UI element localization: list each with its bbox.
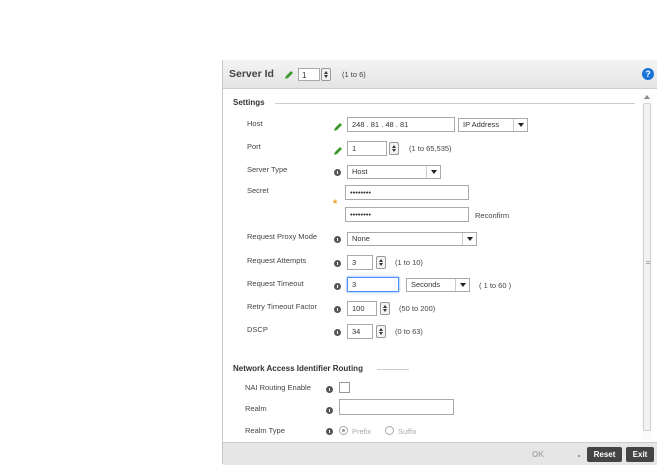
realm-type-label: Realm Type (245, 426, 285, 435)
port-range-hint: (1 to 65,535) (409, 144, 452, 153)
chevron-down-icon (460, 283, 466, 287)
grip-icon (646, 261, 650, 262)
request-timeout-unit-value: Seconds (411, 280, 441, 289)
request-attempts-input[interactable]: 3 (347, 255, 373, 270)
dscp-range-hint: (0 to 63) (395, 327, 423, 336)
select-separator (455, 279, 456, 291)
realm-type-suffix-label: Suffix (398, 427, 417, 436)
server-id-range-hint: (1 to 6) (342, 70, 366, 79)
server-type-select[interactable]: Host (347, 165, 441, 179)
host-type-value: IP Address (463, 120, 500, 129)
secret-label: Secret (247, 186, 269, 195)
request-proxy-mode-label: Request Proxy Mode (247, 232, 318, 241)
required-star-icon: * (333, 198, 338, 210)
request-timeout-unit-select[interactable]: Seconds (406, 278, 470, 292)
radius-server-dialog: Server Id 1 (1 to 6) ? Settings Host 248… (222, 60, 657, 465)
nai-divider (377, 369, 409, 370)
port-label: Port (247, 142, 261, 151)
chevron-down-icon (467, 237, 473, 241)
nai-routing-enable-checkbox[interactable] (339, 382, 350, 393)
reconfirm-label: Reconfirm (475, 211, 510, 220)
info-icon (334, 329, 341, 336)
server-id-label: Server Id (229, 68, 274, 80)
secret-reconfirm-input[interactable]: •••••••• (345, 207, 469, 222)
realm-input[interactable] (339, 399, 454, 415)
host-ip-input[interactable]: 248 . 81 . 48 . 81 (347, 117, 455, 132)
dscp-label: DSCP (247, 325, 268, 334)
retry-timeout-factor-stepper[interactable] (380, 302, 390, 315)
server-id-stepper[interactable] (321, 68, 331, 81)
port-input[interactable]: 1 (347, 141, 387, 156)
select-separator (462, 233, 463, 245)
server-type-value: Host (352, 167, 368, 176)
request-attempts-range-hint: (1 to 10) (395, 258, 423, 267)
realm-type-suffix-radio[interactable] (385, 426, 394, 435)
info-icon (334, 169, 341, 176)
select-separator (426, 166, 427, 178)
realm-label: Realm (245, 404, 267, 413)
request-proxy-mode-value: None (352, 234, 370, 243)
nai-section-title: Network Access Identifier Routing (233, 364, 363, 373)
info-icon (334, 236, 341, 243)
reset-button[interactable]: Reset (587, 447, 622, 462)
info-icon (326, 386, 333, 393)
scrollbar-thumb[interactable] (643, 103, 651, 431)
request-attempts-label: Request Attempts (247, 256, 307, 265)
chevron-down-icon (431, 170, 437, 174)
edit-pencil-icon (334, 147, 342, 155)
info-icon (334, 306, 341, 313)
dialog-header: Server Id 1 (1 to 6) ? (223, 60, 657, 89)
help-icon[interactable]: ? (642, 68, 654, 80)
vertical-scrollbar[interactable] (642, 95, 652, 440)
request-proxy-mode-select[interactable]: None (347, 232, 477, 246)
edit-pencil-icon (334, 123, 342, 131)
port-stepper[interactable] (389, 142, 399, 155)
host-label: Host (247, 119, 263, 128)
dialog-footer: OK Reset Exit (223, 442, 657, 465)
server-id-input[interactable]: 1 (298, 68, 320, 81)
realm-type-prefix-label: Prefix (352, 427, 372, 436)
scroll-up-arrow-icon[interactable] (644, 95, 650, 99)
info-icon (326, 407, 333, 414)
request-timeout-label: Request Timeout (247, 279, 304, 288)
resize-handle-icon (578, 455, 580, 457)
retry-timeout-factor-input[interactable]: 100 (347, 301, 377, 316)
settings-section-title: Settings (233, 98, 265, 107)
secret-input[interactable]: •••••••• (345, 185, 469, 200)
info-icon (334, 283, 341, 290)
realm-type-prefix-radio[interactable] (339, 426, 348, 435)
dscp-stepper[interactable] (376, 325, 386, 338)
info-icon (326, 428, 333, 435)
request-timeout-input[interactable]: 3 (347, 277, 399, 292)
request-timeout-range-hint: ( 1 to 60 ) (479, 281, 512, 290)
settings-divider (275, 103, 635, 104)
retry-timeout-factor-range-hint: (50 to 200) (399, 304, 436, 313)
ok-button[interactable]: OK (523, 447, 553, 462)
server-type-label: Server Type (247, 165, 288, 174)
dscp-input[interactable]: 34 (347, 324, 373, 339)
nai-routing-enable-label: NAI Routing Enable (245, 383, 311, 392)
select-separator (513, 119, 514, 131)
info-icon (334, 260, 341, 267)
chevron-down-icon (518, 123, 524, 127)
request-attempts-stepper[interactable] (376, 256, 386, 269)
retry-timeout-factor-label: Retry Timeout Factor (247, 302, 318, 311)
edit-pencil-icon (285, 71, 293, 79)
host-type-select[interactable]: IP Address (458, 118, 528, 132)
exit-button[interactable]: Exit (626, 447, 654, 462)
